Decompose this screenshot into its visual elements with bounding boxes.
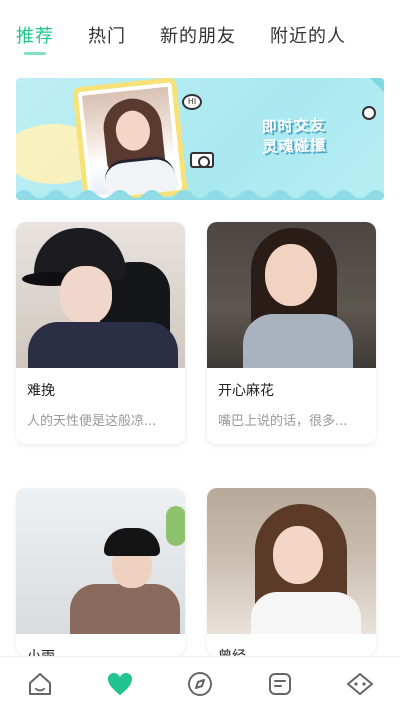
nav-home[interactable] <box>20 664 60 704</box>
tab-label: 推荐 <box>16 26 54 47</box>
user-name: 小雨 <box>27 646 55 656</box>
nav-profile[interactable] <box>340 664 380 704</box>
tab-hot[interactable]: 热门 <box>88 22 126 48</box>
user-photo <box>16 222 185 368</box>
user-card[interactable]: 小雨 <box>16 488 185 656</box>
user-bio: 人的天性便是这般凉... <box>27 414 157 429</box>
tab-label: 附近的人 <box>270 26 346 47</box>
nav-match[interactable] <box>100 664 140 704</box>
user-name: 难挽 <box>27 383 55 399</box>
user-name: 曾经 <box>218 646 246 656</box>
user-card[interactable]: 曾经 <box>207 488 376 656</box>
banner-line-2: 灵魂碰撞 <box>262 135 327 157</box>
user-photo <box>16 488 185 634</box>
hi-bubble-icon: HI <box>182 94 202 110</box>
user-card[interactable]: 开心麻花 嘴巴上说的话，很多... <box>207 222 376 444</box>
compass-icon <box>188 672 212 696</box>
banner-slogan: 即时交友 灵魂碰撞 <box>261 115 326 157</box>
user-name: 开心麻花 <box>218 383 274 399</box>
banner-photo <box>82 86 178 200</box>
camera-icon <box>190 152 214 168</box>
tab-label: 新的朋友 <box>160 26 236 47</box>
promo-banner[interactable]: HI 即时交友 灵魂碰撞 <box>16 78 384 200</box>
home-icon <box>29 673 51 695</box>
banner-corner-decoration <box>370 78 384 92</box>
tab-label: 热门 <box>88 26 126 47</box>
top-tab-bar: 推荐 热门 新的朋友 附近的人 <box>0 0 400 70</box>
message-icon <box>269 673 291 695</box>
heart-icon <box>108 673 132 695</box>
bottom-nav-bar <box>0 656 400 711</box>
user-photo <box>207 222 376 368</box>
banner-line-1: 即时交友 <box>261 115 326 137</box>
active-tab-indicator <box>24 52 46 55</box>
banner-wave-decoration <box>16 190 384 200</box>
clock-icon <box>362 106 376 120</box>
tab-nearby[interactable]: 附近的人 <box>270 22 346 48</box>
tab-recommend[interactable]: 推荐 <box>16 22 54 55</box>
user-bio: 嘴巴上说的话，很多... <box>218 414 348 429</box>
nav-messages[interactable] <box>260 664 300 704</box>
user-card[interactable]: 难挽 人的天性便是这般凉... <box>16 222 185 444</box>
tab-new-friends[interactable]: 新的朋友 <box>160 22 236 48</box>
user-photo <box>207 488 376 634</box>
profile-icon <box>347 673 373 695</box>
nav-discover[interactable] <box>180 664 220 704</box>
banner-photo-frame <box>72 78 188 200</box>
